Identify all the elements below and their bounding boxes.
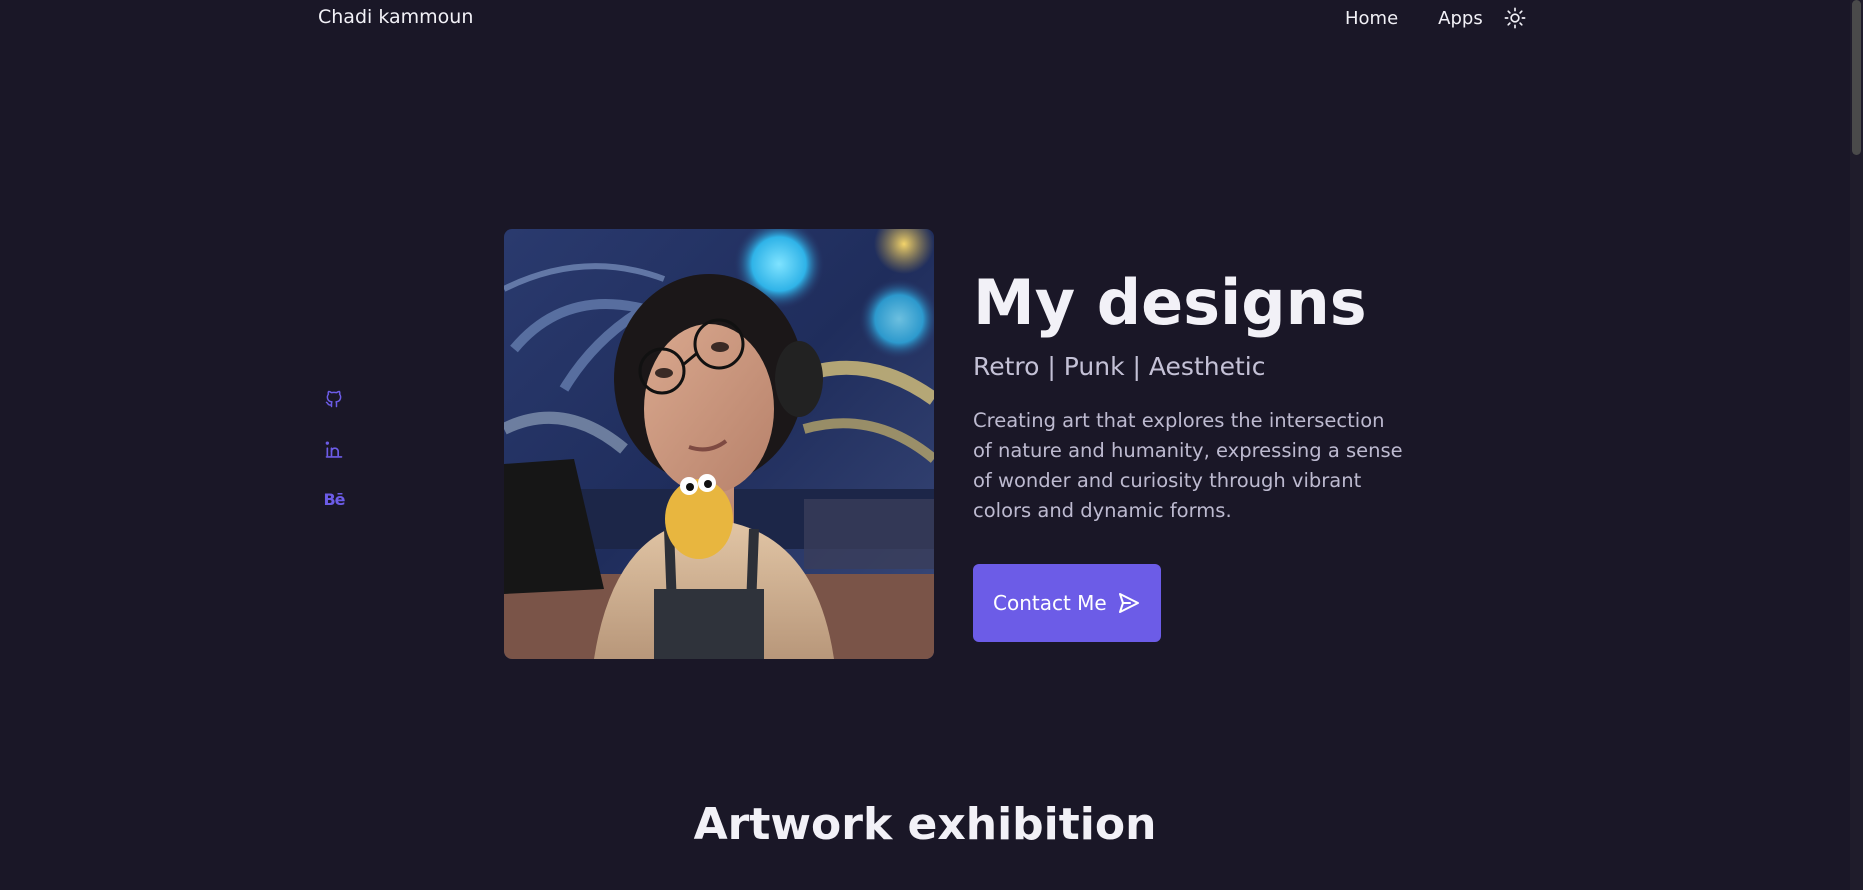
contact-me-button[interactable]: Contact Me — [973, 564, 1161, 642]
page-scrollbar[interactable] — [1850, 0, 1863, 890]
linkedin-icon — [325, 441, 343, 458]
send-icon — [1117, 591, 1141, 615]
scrollbar-thumb[interactable] — [1852, 0, 1861, 155]
behance-link[interactable]: Bē — [320, 485, 348, 513]
github-icon — [325, 390, 342, 408]
theme-toggle-button[interactable] — [1503, 6, 1527, 30]
hero-description: Creating art that explores the intersect… — [973, 409, 1403, 522]
nav-apps-link[interactable]: Apps — [1438, 8, 1483, 29]
hero-title: My designs — [973, 266, 1367, 339]
hero-content: My designs Retro | Punk | Aesthetic Crea… — [973, 262, 1413, 642]
hero-artwork-image — [504, 229, 934, 659]
contact-me-label: Contact Me — [993, 591, 1107, 615]
nav-home-link[interactable]: Home — [1345, 8, 1398, 29]
hero-subtitle: Retro | Punk | Aesthetic — [973, 352, 1266, 381]
behance-icon: Bē — [323, 489, 345, 509]
sun-icon — [1504, 7, 1526, 29]
artwork-exhibition-title: Artwork exhibition — [693, 799, 1157, 850]
linkedin-link[interactable] — [320, 435, 348, 463]
site-header: Chadi kammoun Home Apps — [0, 0, 1850, 36]
site-logo[interactable]: Chadi kammoun — [318, 6, 473, 28]
portrait-artwork-icon — [504, 229, 934, 659]
github-link[interactable] — [320, 385, 348, 413]
social-links: Bē — [320, 385, 348, 535]
page: Chadi kammoun Home Apps Bē My designs Re… — [0, 0, 1863, 890]
main-nav: Home Apps — [1345, 6, 1527, 30]
